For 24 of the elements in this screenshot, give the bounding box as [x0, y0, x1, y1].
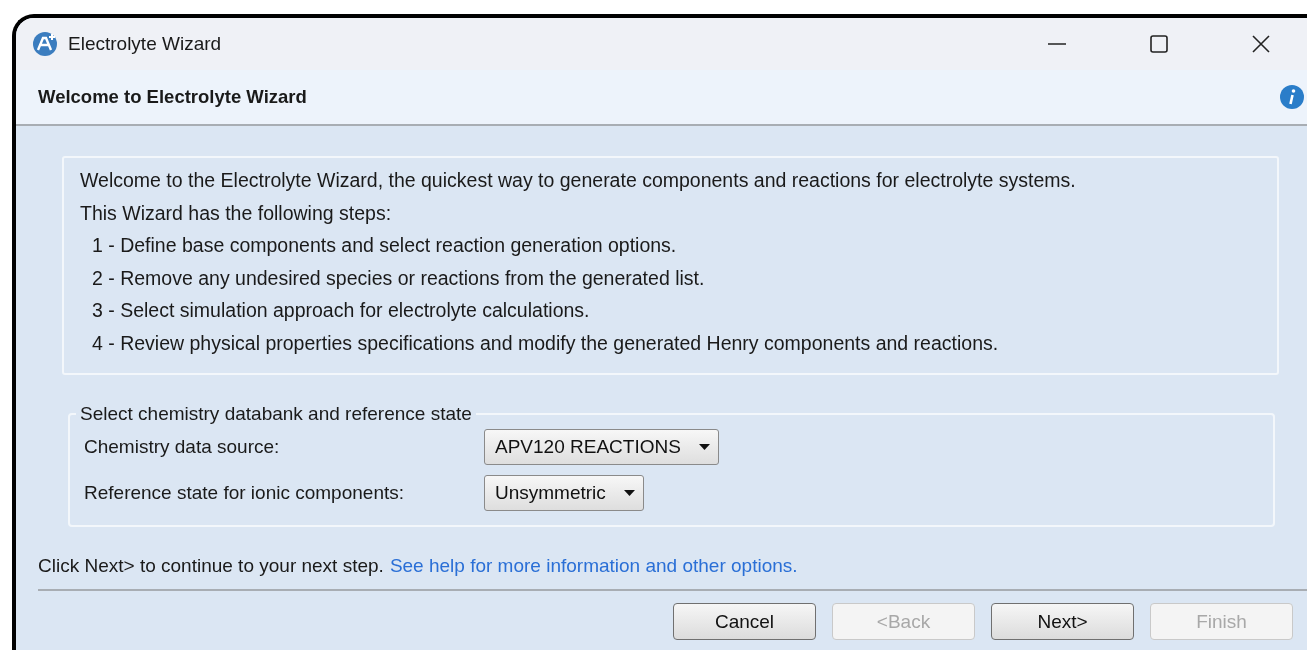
- field-label: Reference state for ionic components:: [84, 482, 404, 504]
- intro-text: Welcome to the Electrolyte Wizard, the quickest way to generate components and reactions for electrolyte systems.: [80, 168, 1077, 193]
- dropdown[interactable]: APV120 REACTIONS: [484, 429, 719, 465]
- step-text: 2 - Remove any undesired species or reactions from the generated list.: [91, 265, 706, 291]
- help-link[interactable]: See help for more information and other options.: [389, 555, 798, 577]
- window-title: Electrolyte Wizard: [68, 33, 223, 55]
- dropdown[interactable]: Unsymmetric: [484, 475, 644, 511]
- caret-icon: [698, 444, 710, 450]
- step-text: 3 - Select simulation approach for electrolyte calculations.: [91, 298, 591, 323]
- wizard-button[interactable]: Next>: [991, 603, 1134, 640]
- intro-text: This Wizard has the following steps:: [80, 200, 393, 226]
- group-legend: Select chemistry databank and reference state: [76, 403, 476, 425]
- hint-text: Click Next> to continue to your next step.: [38, 555, 384, 577]
- step-text: 1 - Define base components and select reaction generation options.: [91, 233, 678, 258]
- maximize-icon: [1149, 34, 1169, 54]
- step-text: 4 - Review physical properties specifications and modify the generated Henry components and reactions.: [91, 330, 1000, 356]
- info-icon[interactable]: [1279, 84, 1305, 110]
- close-icon: [1251, 34, 1271, 54]
- app-icon: [32, 31, 58, 57]
- page-heading: Welcome to Electrolyte Wizard: [38, 86, 307, 108]
- field-label: Chemistry data source:: [84, 436, 280, 458]
- caret-icon: [623, 490, 635, 496]
- wizard-button[interactable]: Cancel: [673, 603, 816, 640]
- minimize-icon: [1047, 42, 1067, 46]
